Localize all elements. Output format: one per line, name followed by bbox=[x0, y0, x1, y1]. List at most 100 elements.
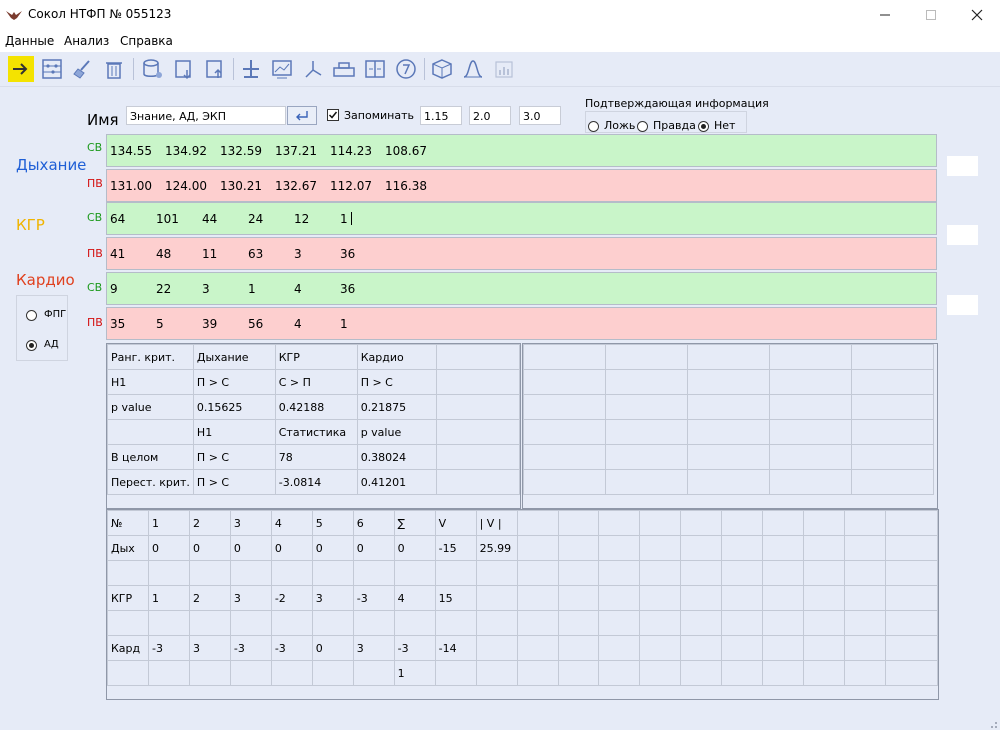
table-cell[interactable] bbox=[762, 635, 805, 661]
table-cell[interactable] bbox=[762, 660, 805, 686]
kgr-sv-row[interactable]: 64 101 44 24 12 1 bbox=[106, 202, 937, 235]
toolbar-next-button[interactable] bbox=[8, 56, 34, 82]
table-cell[interactable] bbox=[687, 444, 770, 470]
table-cell[interactable]: Кардио bbox=[356, 344, 438, 370]
toolbar-chart-button[interactable] bbox=[269, 56, 295, 82]
table-cell[interactable]: 78 bbox=[274, 444, 358, 470]
table-cell[interactable] bbox=[605, 394, 688, 420]
table-cell[interactable] bbox=[803, 560, 845, 586]
table-cell[interactable]: 4 bbox=[393, 585, 436, 611]
table-cell[interactable] bbox=[639, 585, 682, 611]
table-cell[interactable] bbox=[393, 560, 436, 586]
table-cell[interactable] bbox=[687, 419, 770, 445]
table-cell[interactable]: 25.99 bbox=[475, 535, 518, 561]
table-cell[interactable] bbox=[851, 469, 934, 495]
table-cell[interactable]: 1 bbox=[147, 510, 190, 536]
table-cell[interactable] bbox=[762, 610, 805, 636]
toolbar-db-settings-button[interactable] bbox=[140, 56, 166, 82]
table-cell[interactable] bbox=[270, 660, 313, 686]
table-cell[interactable] bbox=[436, 419, 520, 445]
table-cell[interactable] bbox=[516, 610, 559, 636]
table-cell[interactable]: 3 bbox=[188, 635, 231, 661]
toolbar-blocks-button[interactable] bbox=[331, 56, 357, 82]
table-cell[interactable] bbox=[680, 560, 723, 586]
table-cell[interactable]: 6 bbox=[352, 510, 395, 536]
table-cell[interactable]: П > С bbox=[192, 369, 276, 395]
table-cell[interactable]: 4 bbox=[270, 510, 313, 536]
table-cell[interactable]: | V | bbox=[475, 510, 518, 536]
table-cell[interactable] bbox=[769, 394, 852, 420]
table-cell[interactable] bbox=[270, 560, 313, 586]
menu-analysis[interactable]: Анализ bbox=[64, 34, 109, 48]
table-cell[interactable] bbox=[843, 660, 886, 686]
table-cell[interactable] bbox=[762, 535, 805, 561]
table-cell[interactable]: -3 bbox=[270, 635, 313, 661]
toolbar-split-button[interactable] bbox=[362, 56, 388, 82]
table-cell[interactable] bbox=[769, 444, 852, 470]
table-cell[interactable] bbox=[884, 510, 938, 536]
table-cell[interactable] bbox=[762, 560, 805, 586]
table-cell[interactable] bbox=[434, 660, 477, 686]
table-cell[interactable] bbox=[107, 610, 149, 636]
table-cell[interactable]: -2 bbox=[270, 585, 313, 611]
table-cell[interactable] bbox=[475, 585, 518, 611]
table-cell[interactable] bbox=[436, 394, 520, 420]
table-cell[interactable]: Дых bbox=[107, 535, 149, 561]
table-cell[interactable] bbox=[605, 419, 688, 445]
table-cell[interactable]: -3 bbox=[352, 585, 395, 611]
table-cell[interactable] bbox=[557, 660, 600, 686]
table-cell[interactable] bbox=[475, 635, 518, 661]
table-cell[interactable]: H1 bbox=[192, 419, 276, 445]
param3-input[interactable]: 3.0 bbox=[519, 106, 561, 125]
table-cell[interactable] bbox=[352, 660, 395, 686]
table-cell[interactable]: 1 bbox=[393, 660, 436, 686]
table-cell[interactable] bbox=[229, 610, 272, 636]
table-cell[interactable] bbox=[769, 469, 852, 495]
toolbar-db-export-button[interactable] bbox=[202, 56, 228, 82]
breathing-sv-row[interactable]: 134.55 134.92 132.59 137.21 114.23 108.67 bbox=[106, 134, 937, 167]
table-cell[interactable] bbox=[605, 444, 688, 470]
table-cell[interactable] bbox=[311, 610, 354, 636]
toolbar-stand-button[interactable] bbox=[238, 56, 264, 82]
table-cell[interactable] bbox=[147, 660, 190, 686]
table-cell[interactable] bbox=[721, 510, 764, 536]
table-cell[interactable] bbox=[884, 585, 938, 611]
table-cell[interactable]: С > П bbox=[274, 369, 358, 395]
table-cell[interactable] bbox=[680, 635, 723, 661]
table-cell[interactable] bbox=[436, 444, 520, 470]
table-cell[interactable] bbox=[598, 510, 641, 536]
table-cell[interactable] bbox=[188, 610, 231, 636]
table-cell[interactable] bbox=[680, 510, 723, 536]
table-cell[interactable] bbox=[523, 394, 606, 420]
confirm-none-radio[interactable] bbox=[698, 119, 709, 133]
table-cell[interactable]: H1 bbox=[107, 369, 194, 395]
kgr-pv-row[interactable]: 41 48 11 63 3 36 bbox=[106, 237, 937, 270]
table-cell[interactable] bbox=[598, 560, 641, 586]
table-cell[interactable] bbox=[687, 369, 770, 395]
table-cell[interactable] bbox=[769, 344, 852, 370]
table-cell[interactable]: 0 bbox=[311, 635, 354, 661]
table-cell[interactable]: Ранг. крит. bbox=[107, 344, 194, 370]
table-cell[interactable]: Статистика bbox=[274, 419, 358, 445]
table-cell[interactable] bbox=[687, 469, 770, 495]
table-cell[interactable]: 5 bbox=[311, 510, 354, 536]
table-cell[interactable] bbox=[523, 469, 606, 495]
table-cell[interactable] bbox=[598, 585, 641, 611]
table-cell[interactable]: КГР bbox=[274, 344, 358, 370]
table-cell[interactable] bbox=[229, 560, 272, 586]
table-cell[interactable] bbox=[436, 469, 520, 495]
table-cell[interactable] bbox=[762, 585, 805, 611]
table-cell[interactable] bbox=[851, 444, 934, 470]
table-cell[interactable] bbox=[721, 660, 764, 686]
table-cell[interactable] bbox=[769, 419, 852, 445]
table-cell[interactable] bbox=[557, 635, 600, 661]
table-cell[interactable]: 0.41201 bbox=[356, 469, 438, 495]
table-cell[interactable] bbox=[107, 419, 194, 445]
table-cell[interactable]: П > С bbox=[192, 469, 276, 495]
table-cell[interactable] bbox=[884, 535, 938, 561]
table-cell[interactable] bbox=[639, 535, 682, 561]
table-cell[interactable] bbox=[769, 369, 852, 395]
table-cell[interactable] bbox=[393, 610, 436, 636]
table-cell[interactable] bbox=[598, 610, 641, 636]
table-cell[interactable]: p value bbox=[356, 419, 438, 445]
